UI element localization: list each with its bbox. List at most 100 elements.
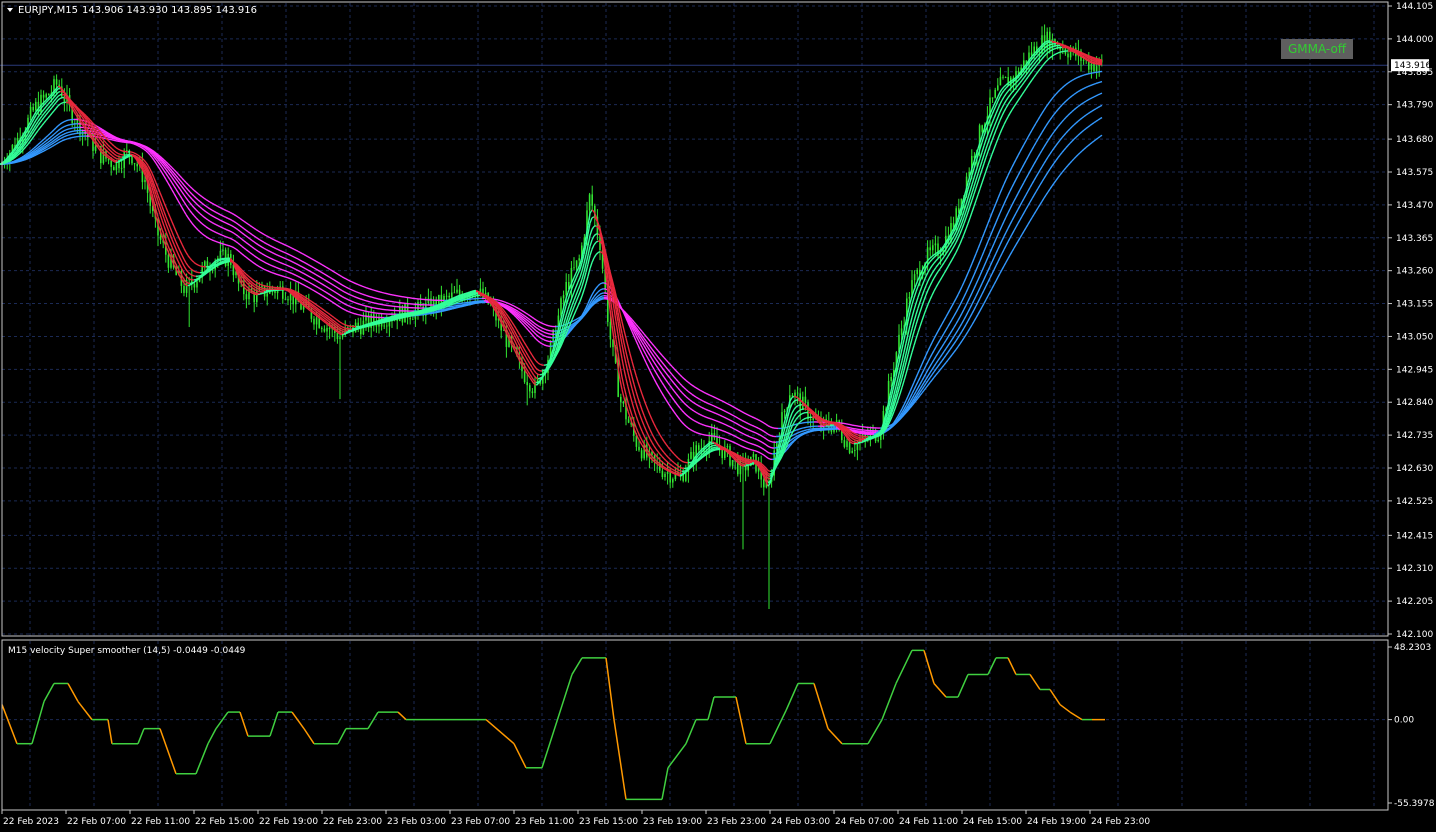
long-ema-line: [231, 238, 235, 241]
long-ema-line: [743, 446, 747, 449]
long-ema-line: [575, 317, 579, 321]
long-ema-line: [379, 291, 383, 294]
long-ema-line: [375, 297, 379, 300]
long-ema-line: [211, 229, 215, 233]
long-ema-line: [293, 248, 297, 251]
long-ema-line: [1089, 97, 1093, 100]
long-ema-line: [277, 248, 281, 252]
long-ema-line: [735, 416, 739, 419]
long-ema-line: [347, 287, 351, 290]
long-ema-line: [213, 216, 217, 219]
candle-body: [851, 450, 853, 453]
long-ema-line: [733, 406, 737, 409]
candle-body: [383, 325, 385, 327]
candle-body: [1002, 76, 1004, 78]
long-ema-line: [225, 216, 229, 220]
long-ema-line: [509, 306, 513, 309]
long-ema-line: [701, 406, 705, 410]
long-ema-line: [731, 420, 735, 423]
long-ema-line: [725, 438, 729, 441]
long-ema-line: [279, 274, 283, 277]
long-ema-line: [215, 231, 219, 235]
candle-body: [222, 249, 224, 251]
candle-body: [560, 298, 562, 316]
candle-body: [448, 295, 450, 298]
long-ema-line: [767, 425, 771, 428]
long-ema-line: [793, 423, 797, 426]
short-ema-line: [253, 293, 257, 296]
long-ema-line: [735, 436, 739, 439]
long-ema-line: [499, 299, 503, 302]
long-ema-line: [223, 221, 227, 224]
short-ema-line: [113, 160, 117, 163]
long-ema-line: [695, 411, 699, 415]
long-ema-line: [543, 328, 547, 331]
long-ema-line: [539, 321, 543, 324]
long-ema-line: [705, 416, 709, 419]
long-ema-line: [541, 338, 545, 341]
long-ema-line: [369, 301, 373, 304]
candle-body: [55, 79, 58, 85]
long-ema-line: [1089, 84, 1093, 87]
long-ema-line: [717, 428, 721, 431]
long-ema-line: [359, 298, 363, 301]
long-ema-line: [215, 204, 219, 208]
long-ema-line: [341, 289, 345, 293]
long-ema-line: [753, 449, 757, 452]
candle-body: [575, 260, 578, 268]
long-ema-line: [807, 430, 811, 433]
long-ema-line: [45, 148, 49, 151]
long-ema-line: [207, 237, 211, 240]
long-ema-line: [265, 234, 269, 238]
long-ema-line: [727, 418, 731, 421]
short-ema-line: [253, 291, 257, 294]
long-ema-line: [35, 153, 39, 156]
long-ema-line: [707, 402, 711, 405]
short-ema-line: [217, 259, 221, 262]
long-ema-line: [547, 324, 551, 327]
long-ema-line: [695, 421, 699, 424]
long-ema-line: [295, 262, 299, 266]
long-ema-line: [719, 408, 723, 411]
long-ema-line: [297, 264, 301, 267]
long-ema-line: [705, 408, 709, 411]
long-ema-line: [209, 228, 213, 232]
candle-body: [32, 106, 34, 111]
long-ema-line: [105, 132, 109, 136]
long-ema-line: [1097, 81, 1101, 84]
long-ema-line: [291, 272, 295, 276]
long-ema-line: [363, 299, 367, 302]
long-ema-line: [309, 287, 313, 291]
long-ema-line: [217, 212, 221, 216]
long-ema-line: [263, 233, 267, 237]
long-ema-line: [49, 145, 53, 149]
long-ema-line: [755, 426, 759, 429]
long-ema-line: [299, 276, 303, 280]
long-ema-line: [799, 430, 803, 433]
long-ema-line: [725, 402, 729, 405]
candle-body: [763, 479, 765, 488]
long-ema-line: [271, 258, 275, 261]
long-ema-line: [697, 404, 701, 408]
long-ema-line: [721, 422, 725, 425]
long-ema-line: [1081, 87, 1085, 90]
long-ema-line: [351, 300, 355, 303]
long-ema-line: [497, 301, 501, 304]
long-ema-line: [217, 225, 221, 228]
candle-body: [35, 101, 37, 111]
long-ema-line: [219, 213, 223, 217]
long-ema-line: [65, 124, 69, 127]
long-ema-line: [217, 205, 221, 209]
long-ema-line: [741, 445, 745, 448]
candle-body: [354, 322, 357, 333]
candle-body: [323, 328, 326, 332]
chart-window[interactable]: EURJPY,M15 143.906 143.930 143.895 143.9…: [0, 0, 1436, 832]
long-ema-line: [541, 322, 545, 325]
long-ema-line: [363, 304, 367, 307]
long-ema-line: [727, 425, 731, 428]
long-ema-line: [713, 419, 717, 422]
candle-body: [144, 179, 146, 183]
long-ema-line: [739, 438, 743, 441]
candle-body: [752, 454, 755, 457]
long-ema-line: [217, 241, 221, 244]
